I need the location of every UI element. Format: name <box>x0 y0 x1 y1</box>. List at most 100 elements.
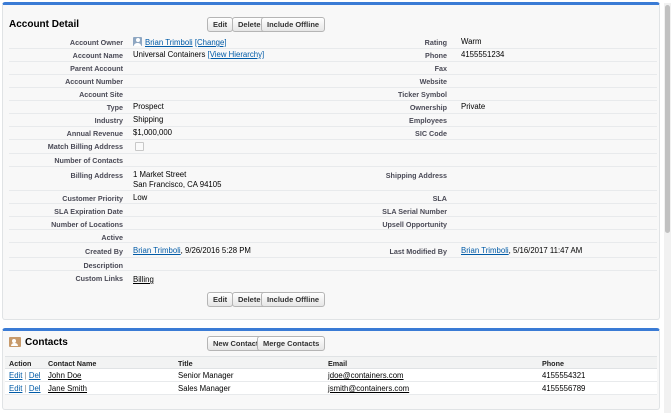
contacts-title: Contacts <box>25 337 68 348</box>
created-by-user-link[interactable]: Brian Trimboli <box>133 246 181 255</box>
website-label: Website <box>419 77 447 86</box>
rating-label: Rating <box>424 38 447 47</box>
edit-button-bottom[interactable]: Edit <box>207 292 234 307</box>
edit-contact-link[interactable]: Edit <box>9 384 22 393</box>
phone-value: 4155551234 <box>461 50 505 59</box>
include-offline-button-top[interactable]: Include Offline <box>261 17 326 32</box>
contacts-related-list: Contacts New Contact Merge Contacts Acti… <box>2 328 660 410</box>
number-of-locations-label: Number of Locations <box>51 220 123 229</box>
sla-serial-label: SLA Serial Number <box>382 207 447 216</box>
ownership-label: Ownership <box>409 103 447 112</box>
custom-links-label: Custom Links <box>75 274 123 283</box>
column-title[interactable]: Title <box>178 359 193 368</box>
billing-address-label: Billing Address <box>70 171 123 180</box>
contacts-icon <box>9 337 21 347</box>
ownership-value: Private <box>461 102 486 111</box>
fax-label: Fax <box>434 64 447 73</box>
sla-label: SLA <box>432 194 447 203</box>
row-parent-account: Parent Account Fax <box>9 62 657 75</box>
account-number-label: Account Number <box>65 77 123 86</box>
created-by-label: Created By <box>85 247 123 256</box>
row-type: Type Prospect Ownership Private <box>9 101 657 114</box>
rating-value: Warm <box>461 37 482 46</box>
view-hierarchy-link[interactable]: [View Hierarchy] <box>208 50 265 59</box>
last-modified-value: Brian Trimboli, 5/16/2017 11:47 AM <box>461 246 582 255</box>
account-name-value: Universal Containers [View Hierarchy] <box>133 50 264 59</box>
edit-contact-link[interactable]: Edit <box>9 371 22 380</box>
row-number-of-locations: Number of Locations Upsell Opportunity <box>9 217 657 230</box>
edit-button-top[interactable]: Edit <box>207 17 234 32</box>
parent-account-label: Parent Account <box>70 64 123 73</box>
new-contact-button[interactable]: New Contact <box>207 336 265 351</box>
billing-custom-link[interactable]: Billing <box>133 275 154 284</box>
row-owner: Account Owner Brian Trimboli [Change] Ra… <box>9 36 657 49</box>
row-created-by: Created By Brian Trimboli, 9/26/2016 5:2… <box>9 243 657 258</box>
annual-revenue-label: Annual Revenue <box>66 129 123 138</box>
account-owner-value: Brian Trimboli [Change] <box>133 37 227 47</box>
merge-contacts-button[interactable]: Merge Contacts <box>257 336 326 351</box>
last-modified-label: Last Modified By <box>389 247 447 256</box>
owner-link[interactable]: Brian Trimboli <box>145 38 193 47</box>
contact-email-link[interactable]: jsmith@containers.com <box>328 384 409 393</box>
active-label: Active <box>101 233 123 242</box>
employees-label: Employees <box>409 116 447 125</box>
action-separator: | <box>24 384 27 393</box>
contact-phone: 4155554321 <box>542 371 586 380</box>
billing-address-line1: 1 Market Street <box>133 170 187 179</box>
sla-expiration-label: SLA Expiration Date <box>54 207 123 216</box>
contact-email-link[interactable]: jdoe@containers.com <box>328 371 404 380</box>
modified-by-date: , 5/16/2017 11:47 AM <box>508 246 583 255</box>
row-match-billing: Match Billing Address <box>9 140 657 154</box>
include-offline-button-bottom[interactable]: Include Offline <box>261 292 326 307</box>
contact-phone: 4155556789 <box>542 384 586 393</box>
billing-address-line2: San Francisco, CA 94105 <box>133 180 222 189</box>
scrollbar-thumb[interactable] <box>665 5 670 233</box>
sic-code-label: SIC Code <box>415 129 447 138</box>
created-by-date: , 9/26/2016 5:28 PM <box>180 246 251 255</box>
ticker-symbol-label: Ticker Symbol <box>397 90 447 99</box>
customer-priority-label: Customer Priority <box>62 194 123 203</box>
customer-priority-value: Low <box>133 193 148 202</box>
contact-name-link[interactable]: John Doe <box>48 371 81 380</box>
modified-by-user-link[interactable]: Brian Trimboli <box>461 246 509 255</box>
row-account-site: Account Site Ticker Symbol <box>9 88 657 101</box>
row-billing-address: Billing Address 1 Market Street San Fran… <box>9 167 657 191</box>
row-account-number: Account Number Website <box>9 75 657 88</box>
delete-contact-link[interactable]: Del <box>29 384 41 393</box>
contact-title: Sales Manager <box>178 384 231 393</box>
user-avatar-icon <box>133 37 142 46</box>
row-custom-links: Custom Links Billing <box>9 271 657 287</box>
row-number-of-contacts: Number of Contacts <box>9 154 657 167</box>
annual-revenue-value: $1,000,000 <box>133 128 173 137</box>
column-action: Action <box>9 359 32 368</box>
column-email[interactable]: Email <box>328 359 347 368</box>
number-of-contacts-label: Number of Contacts <box>54 156 123 165</box>
phone-label: Phone <box>425 51 447 60</box>
industry-value: Shipping <box>133 115 164 124</box>
match-billing-label: Match Billing Address <box>47 142 123 151</box>
column-phone[interactable]: Phone <box>542 359 564 368</box>
industry-label: Industry <box>94 116 123 125</box>
row-actions: Edit | Del <box>9 384 41 393</box>
account-detail-title: Account Detail <box>9 19 80 30</box>
contacts-table-header: Action Contact Name Title Email Phone <box>5 356 657 369</box>
contact-title: Senior Manager <box>178 371 234 380</box>
row-customer-priority: Customer Priority Low SLA <box>9 191 657 204</box>
change-owner-link[interactable]: [Change] <box>195 38 227 47</box>
account-detail-panel: Account Detail Edit Delete Include Offli… <box>2 2 660 320</box>
row-active: Active <box>9 230 657 243</box>
account-name-label: Account Name <box>72 51 123 60</box>
page-scrollbar[interactable] <box>664 3 671 413</box>
row-sla-expiration: SLA Expiration Date SLA Serial Number <box>9 204 657 217</box>
delete-contact-link[interactable]: Del <box>29 371 41 380</box>
type-value: Prospect <box>133 102 164 111</box>
row-description: Description <box>9 258 657 271</box>
row-account-name: Account Name Universal Containers [View … <box>9 49 657 62</box>
shipping-address-label: Shipping Address <box>385 171 447 180</box>
type-label: Type <box>106 103 123 112</box>
description-label: Description <box>83 261 123 270</box>
contact-name-link[interactable]: Jane Smith <box>48 384 87 393</box>
column-contact-name[interactable]: Contact Name <box>48 359 96 368</box>
table-row: Edit | Del John Doe Senior Manager jdoe@… <box>5 369 657 382</box>
match-billing-checkbox <box>135 142 144 151</box>
